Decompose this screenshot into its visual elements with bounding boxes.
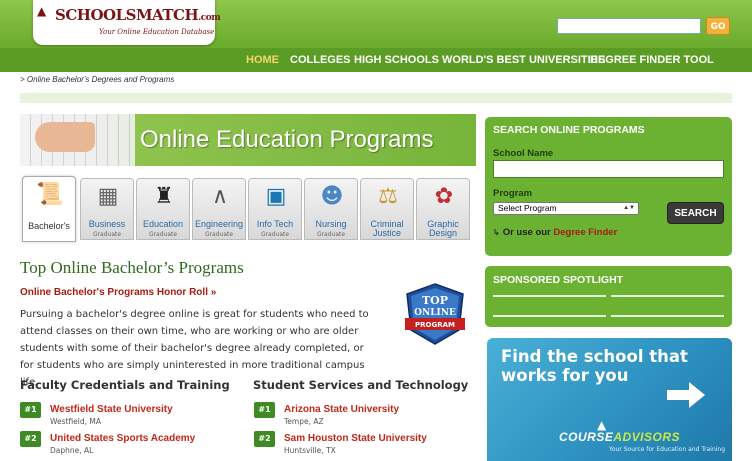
compass-icon: ∧ [211,184,229,209]
palette-icon: ✿ [434,184,454,209]
school-name-label: School Name [493,148,554,159]
tab-bachelors[interactable]: 📜 Bachelor's [22,176,76,242]
tab-info-tech[interactable]: ▣ Info Tech Graduate [248,178,302,240]
tab-nursing[interactable]: ☻ Nursing Graduate [304,178,358,240]
school-link[interactable]: Westfield State University [50,404,173,415]
school-name-input[interactable] [493,160,724,178]
go-button[interactable]: GO [706,17,730,35]
tab-criminal-justice[interactable]: ⚖ Criminal Justice [360,178,414,240]
tab-label: Bachelor's [28,221,70,231]
tab-label: Nursing [315,219,347,229]
tab-business[interactable]: ▦ Business Graduate [80,178,134,240]
hero-banner: Online Education Programs [20,114,476,166]
student-services-heading: Student Services and Technology [253,378,469,392]
breadcrumb: > Online Bachelor's Degrees and Programs [20,75,175,84]
site-search-input[interactable] [557,18,701,34]
tab-label: Engineering [194,219,244,229]
tab-label: Business [88,219,126,229]
spotlight-slot[interactable] [493,315,606,317]
school-link[interactable]: Sam Houston State University [284,433,427,444]
tab-graphic-design[interactable]: ✿ Graphic Design [416,178,470,240]
course-advisors-ad[interactable]: Find the school that works for you ▲ COU… [487,338,732,461]
program-select-value: Select Program [498,203,557,213]
search-panel-title: SEARCH ONLINE PROGRAMS [493,124,645,136]
spotlight-slot[interactable] [611,295,724,297]
honor-roll-link[interactable]: Online Bachelor's Programs Honor Roll » [20,287,216,298]
program-select[interactable]: Select Program ▲▼ [493,202,639,215]
tab-engineering[interactable]: ∧ Engineering Graduate [192,178,246,240]
rank-badge: #2 [20,431,41,447]
faculty-credentials-heading: Faculty Credentials and Training [20,378,230,392]
arrow-right-icon: ↳ [493,228,500,237]
tab-sublabel: Graduate [148,231,178,238]
school-location: Westfield, MA [50,417,101,426]
course-advisors-logo: COURSEADVISORS [559,430,681,444]
degree-finder-link[interactable]: Degree Finder [553,227,617,238]
top-online-program-badge: TOP ONLINE PROGRAM [405,283,465,345]
tab-label: Info Tech [256,219,294,229]
school-location: Tempe, AZ [284,417,324,426]
nav-high-schools[interactable]: HIGH SCHOOLS [354,54,439,66]
logo-wordmark: SCHOOLSMATCH.com [55,6,221,24]
logo-tagline: Your Online Education Database [99,28,215,36]
site-logo[interactable]: ▲ SCHOOLSMATCH.com Your Online Education… [33,0,221,45]
select-arrows-icon: ▲▼ [623,205,635,211]
arrow-right-icon [667,382,705,408]
page-title: Top Online Bachelor’s Programs [20,258,244,277]
search-panel: SEARCH ONLINE PROGRAMS School Name Progr… [485,117,732,256]
rank-badge: #1 [254,402,275,418]
badge-line2: ONLINE [414,308,456,318]
spotlight-slot[interactable] [611,315,724,317]
tab-label: Education [142,219,184,229]
site-header: ▲ SCHOOLSMATCH.com Your Online Education… [0,0,752,48]
school-link[interactable]: Arizona State University [284,404,399,415]
search-button[interactable]: SEARCH [667,202,724,224]
tab-sublabel: Graduate [316,231,346,238]
program-label: Program [493,188,533,199]
school-link[interactable]: United States Sports Academy [50,433,195,444]
graduate-icon: ♜ [154,184,174,209]
main-nav: HOME COLLEGES HIGH SCHOOLS WORLD'S BEST … [0,48,752,72]
degree-finder-prompt: ↳ Or use our Degree Finder [493,227,617,238]
nav-home[interactable]: HOME [246,54,279,66]
tab-label: Design [428,228,457,238]
diploma-icon: 📜 [36,182,64,207]
nav-degree-finder-tool[interactable]: DEGREE FINDER TOOL [590,54,714,66]
monitor-icon: ▣ [265,184,287,209]
badge-line1: TOP [422,294,448,307]
nav-colleges[interactable]: COLLEGES [290,54,351,66]
school-location: Daphne, AL [50,446,94,455]
scales-icon: ⚖ [378,184,398,209]
tab-sublabel: Graduate [204,231,234,238]
divider-stripe [20,93,732,103]
banner-title: Online Education Programs [140,126,434,153]
nav-worlds-best-universities[interactable]: WORLD'S BEST UNIVERSITIES [442,54,605,66]
tab-sublabel: Graduate [260,231,290,238]
tab-education[interactable]: ♜ Education Graduate [136,178,190,240]
rank-badge: #1 [20,402,41,418]
ad-tagline: Your Source for Education and Training [609,446,726,453]
or-use-text: Or use our [502,227,551,238]
spotlight-slot[interactable] [493,295,606,297]
sponsored-spotlight-panel: SPONSORED SPOTLIGHT [485,266,732,327]
calculator-icon: ▦ [97,184,119,209]
spotlight-title: SPONSORED SPOTLIGHT [493,274,624,286]
tab-label: Justice [372,228,401,238]
school-location: Huntsville, TX [284,446,336,455]
badge-line3: PROGRAM [415,321,455,329]
tab-sublabel: Graduate [92,231,122,238]
nurse-icon: ☻ [320,184,344,209]
hand-image [35,122,95,152]
rank-badge: #2 [254,431,275,447]
